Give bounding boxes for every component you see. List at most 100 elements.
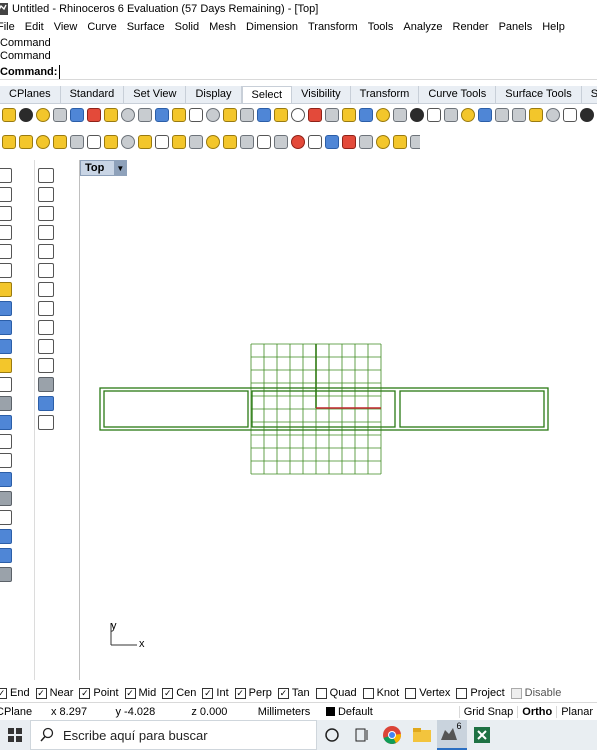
osnap-disable[interactable]: Disable [510, 687, 561, 699]
tab-visibility[interactable]: Visibility [292, 86, 351, 103]
tab-display[interactable]: Display [186, 86, 242, 103]
palette-tool-icon[interactable] [38, 339, 54, 354]
palette-tool-icon[interactable] [38, 225, 54, 240]
palette-tool-icon[interactable] [38, 187, 54, 202]
select-tool-button-icon[interactable] [257, 108, 271, 122]
menu-file[interactable]: File [0, 21, 20, 33]
task-view-icon[interactable] [317, 720, 347, 750]
select-tool-button-icon[interactable] [410, 108, 424, 122]
menu-panels[interactable]: Panels [494, 21, 538, 33]
visibility-tool-button-icon[interactable] [274, 135, 288, 149]
chevron-down-icon[interactable]: ▼ [114, 161, 127, 175]
visibility-tool-button-icon[interactable] [206, 135, 220, 149]
visibility-tool-button-icon[interactable] [2, 135, 16, 149]
osnap-cen[interactable]: ✓ Cen [162, 687, 196, 699]
select-tool-button-icon[interactable] [36, 108, 50, 122]
menu-help[interactable]: Help [537, 21, 570, 33]
menu-edit[interactable]: Edit [20, 21, 49, 33]
tab-set-view[interactable]: Set View [124, 86, 187, 103]
palette-tool-icon[interactable] [0, 282, 12, 297]
visibility-tool-button-icon[interactable] [36, 135, 50, 149]
visibility-tool-button-icon[interactable] [70, 135, 84, 149]
viewport-tab[interactable]: Top ▼ [80, 160, 128, 176]
visibility-tool-button-icon[interactable] [121, 135, 135, 149]
visibility-tool-button-icon[interactable] [376, 135, 390, 149]
palette-tool-icon[interactable] [38, 244, 54, 259]
select-tool-button-icon[interactable] [325, 108, 339, 122]
palette-tool-icon[interactable] [38, 282, 54, 297]
chrome-icon[interactable] [377, 720, 407, 750]
palette-tool-icon[interactable] [38, 320, 54, 335]
select-tool-button-icon[interactable] [172, 108, 186, 122]
checkbox-unchecked-icon[interactable] [510, 687, 522, 699]
palette-tool-icon[interactable] [0, 339, 12, 354]
status-units[interactable]: Millimeters [258, 706, 326, 718]
menu-dimension[interactable]: Dimension [241, 21, 303, 33]
visibility-tool-button-icon[interactable] [155, 135, 169, 149]
widgets-icon[interactable] [347, 720, 377, 750]
select-tool-button-icon[interactable] [121, 108, 135, 122]
tab-curve-tools[interactable]: Curve Tools [419, 86, 497, 103]
palette-tool-icon[interactable] [0, 377, 12, 392]
select-tool-button-icon[interactable] [529, 108, 543, 122]
visibility-tool-button-icon[interactable] [19, 135, 33, 149]
select-tool-button-icon[interactable] [495, 108, 509, 122]
select-tool-button-icon[interactable] [19, 108, 33, 122]
select-tool-button-icon[interactable] [240, 108, 254, 122]
select-tool-button-icon[interactable] [87, 108, 101, 122]
visibility-tool-button-icon[interactable] [308, 135, 322, 149]
osnap-near[interactable]: ✓ Near [35, 687, 73, 699]
palette-tool-icon[interactable] [0, 301, 12, 316]
palette-tool-icon[interactable] [0, 244, 12, 259]
select-tool-button-icon[interactable] [53, 108, 67, 122]
select-tool-button-icon[interactable] [206, 108, 220, 122]
visibility-tool-button-icon[interactable] [393, 135, 407, 149]
checkbox-checked-icon[interactable]: ✓ [79, 687, 91, 699]
menu-analyze[interactable]: Analyze [398, 21, 447, 33]
palette-tool-icon[interactable] [0, 567, 12, 582]
tab-standard[interactable]: Standard [61, 86, 125, 103]
palette-tool-icon[interactable] [38, 377, 54, 392]
select-tool-button-icon[interactable] [376, 108, 390, 122]
right-box-rectangle[interactable] [399, 390, 545, 428]
checkbox-checked-icon[interactable]: ✓ [234, 687, 246, 699]
tab-transform[interactable]: Transform [351, 86, 420, 103]
palette-tool-icon[interactable] [0, 225, 12, 240]
checkbox-checked-icon[interactable]: ✓ [124, 687, 136, 699]
checkbox-unchecked-icon[interactable] [315, 687, 327, 699]
select-tool-button-icon[interactable] [308, 108, 322, 122]
checkbox-checked-icon[interactable]: ✓ [35, 687, 47, 699]
visibility-tool-button-icon[interactable] [325, 135, 339, 149]
visibility-tool-button-icon[interactable] [87, 135, 101, 149]
select-tool-button-icon[interactable] [138, 108, 152, 122]
excel-icon[interactable] [467, 720, 497, 750]
visibility-tool-button-icon[interactable] [53, 135, 67, 149]
visibility-tool-button-icon[interactable] [240, 135, 254, 149]
palette-tool-icon[interactable] [38, 396, 54, 411]
select-tool-button-icon[interactable] [189, 108, 203, 122]
palette-tool-icon[interactable] [0, 320, 12, 335]
tab-surface-tools[interactable]: Surface Tools [496, 86, 582, 103]
palette-tool-icon[interactable] [38, 206, 54, 221]
select-tool-button-icon[interactable] [342, 108, 356, 122]
osnap-vertex[interactable]: Vertex [405, 687, 450, 699]
select-tool-button-icon[interactable] [512, 108, 526, 122]
visibility-tool-button-icon[interactable] [189, 135, 203, 149]
select-tool-button-icon[interactable] [580, 108, 594, 122]
osnap-perp[interactable]: ✓ Perp [234, 687, 272, 699]
command-input[interactable] [59, 64, 597, 79]
palette-tool-icon[interactable] [0, 453, 12, 468]
visibility-tool-button-icon[interactable] [104, 135, 118, 149]
palette-tool-icon[interactable] [0, 168, 12, 183]
visibility-tool-button-icon[interactable] [410, 135, 420, 149]
select-tool-button-icon[interactable] [546, 108, 560, 122]
checkbox-checked-icon[interactable]: ✓ [162, 687, 174, 699]
palette-tool-icon[interactable] [0, 472, 12, 487]
palette-tool-icon[interactable] [0, 187, 12, 202]
select-tool-button-icon[interactable] [359, 108, 373, 122]
osnap-project[interactable]: Project [456, 687, 505, 699]
select-tool-button-icon[interactable] [563, 108, 577, 122]
checkbox-checked-icon[interactable]: ✓ [202, 687, 214, 699]
osnap-end[interactable]: ✓ End [0, 687, 30, 699]
osnap-tan[interactable]: ✓ Tan [277, 687, 310, 699]
